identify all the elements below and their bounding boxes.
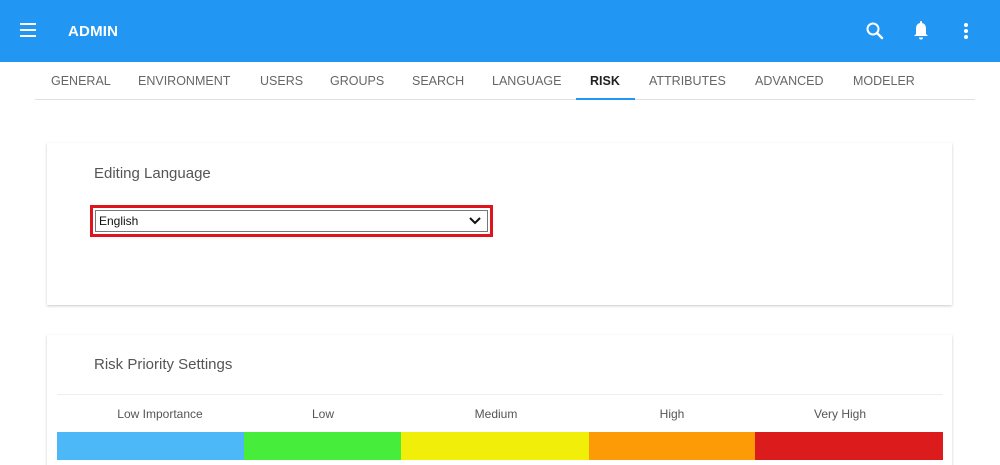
more-vert-icon[interactable] [955, 19, 977, 43]
app-title: ADMIN [68, 23, 119, 40]
language-select-value: English [99, 214, 139, 228]
risk-priority-card: Risk Priority Settings Low Importance Lo… [47, 335, 952, 465]
tab-environment[interactable]: ENVIRONMENT [138, 62, 230, 100]
priority-label-low-importance: Low Importance [117, 407, 203, 421]
active-tab-indicator [576, 98, 635, 100]
tab-groups[interactable]: GROUPS [330, 62, 384, 100]
tab-general[interactable]: GENERAL [51, 62, 111, 100]
priority-label-high: High [659, 407, 685, 421]
priority-header: Low Importance Low Medium High Very High [57, 394, 943, 432]
tab-language[interactable]: LANGUAGE [492, 62, 561, 100]
priority-color-very-high[interactable] [755, 432, 943, 460]
app-bar: ADMIN [0, 0, 1000, 62]
priority-label-medium: Medium [474, 407, 518, 421]
admin-tabs: GENERAL ENVIRONMENT USERS GROUPS SEARCH … [35, 62, 975, 100]
bell-icon[interactable] [910, 19, 932, 43]
priority-color-low-importance[interactable] [57, 432, 244, 460]
priority-color-medium[interactable] [401, 432, 589, 460]
tab-modeler[interactable]: MODELER [853, 62, 915, 100]
editing-language-title: Editing Language [94, 165, 211, 182]
language-select-highlight[interactable]: English [90, 205, 493, 237]
editing-language-card: Editing Language English [47, 143, 952, 305]
priority-label-low: Low [311, 407, 335, 421]
priority-color-low[interactable] [244, 432, 401, 460]
tab-advanced[interactable]: ADVANCED [755, 62, 824, 100]
tab-risk[interactable]: RISK [590, 62, 620, 100]
tab-users[interactable]: USERS [260, 62, 303, 100]
menu-icon[interactable] [20, 23, 36, 37]
priority-color-high[interactable] [589, 432, 755, 460]
tab-search[interactable]: SEARCH [412, 62, 464, 100]
tab-attributes[interactable]: ATTRIBUTES [649, 62, 726, 100]
risk-priority-title: Risk Priority Settings [94, 356, 233, 373]
language-select[interactable]: English [95, 210, 488, 232]
search-icon[interactable] [864, 19, 886, 43]
chevron-down-icon [469, 217, 481, 225]
priority-label-very-high: Very High [813, 407, 867, 421]
